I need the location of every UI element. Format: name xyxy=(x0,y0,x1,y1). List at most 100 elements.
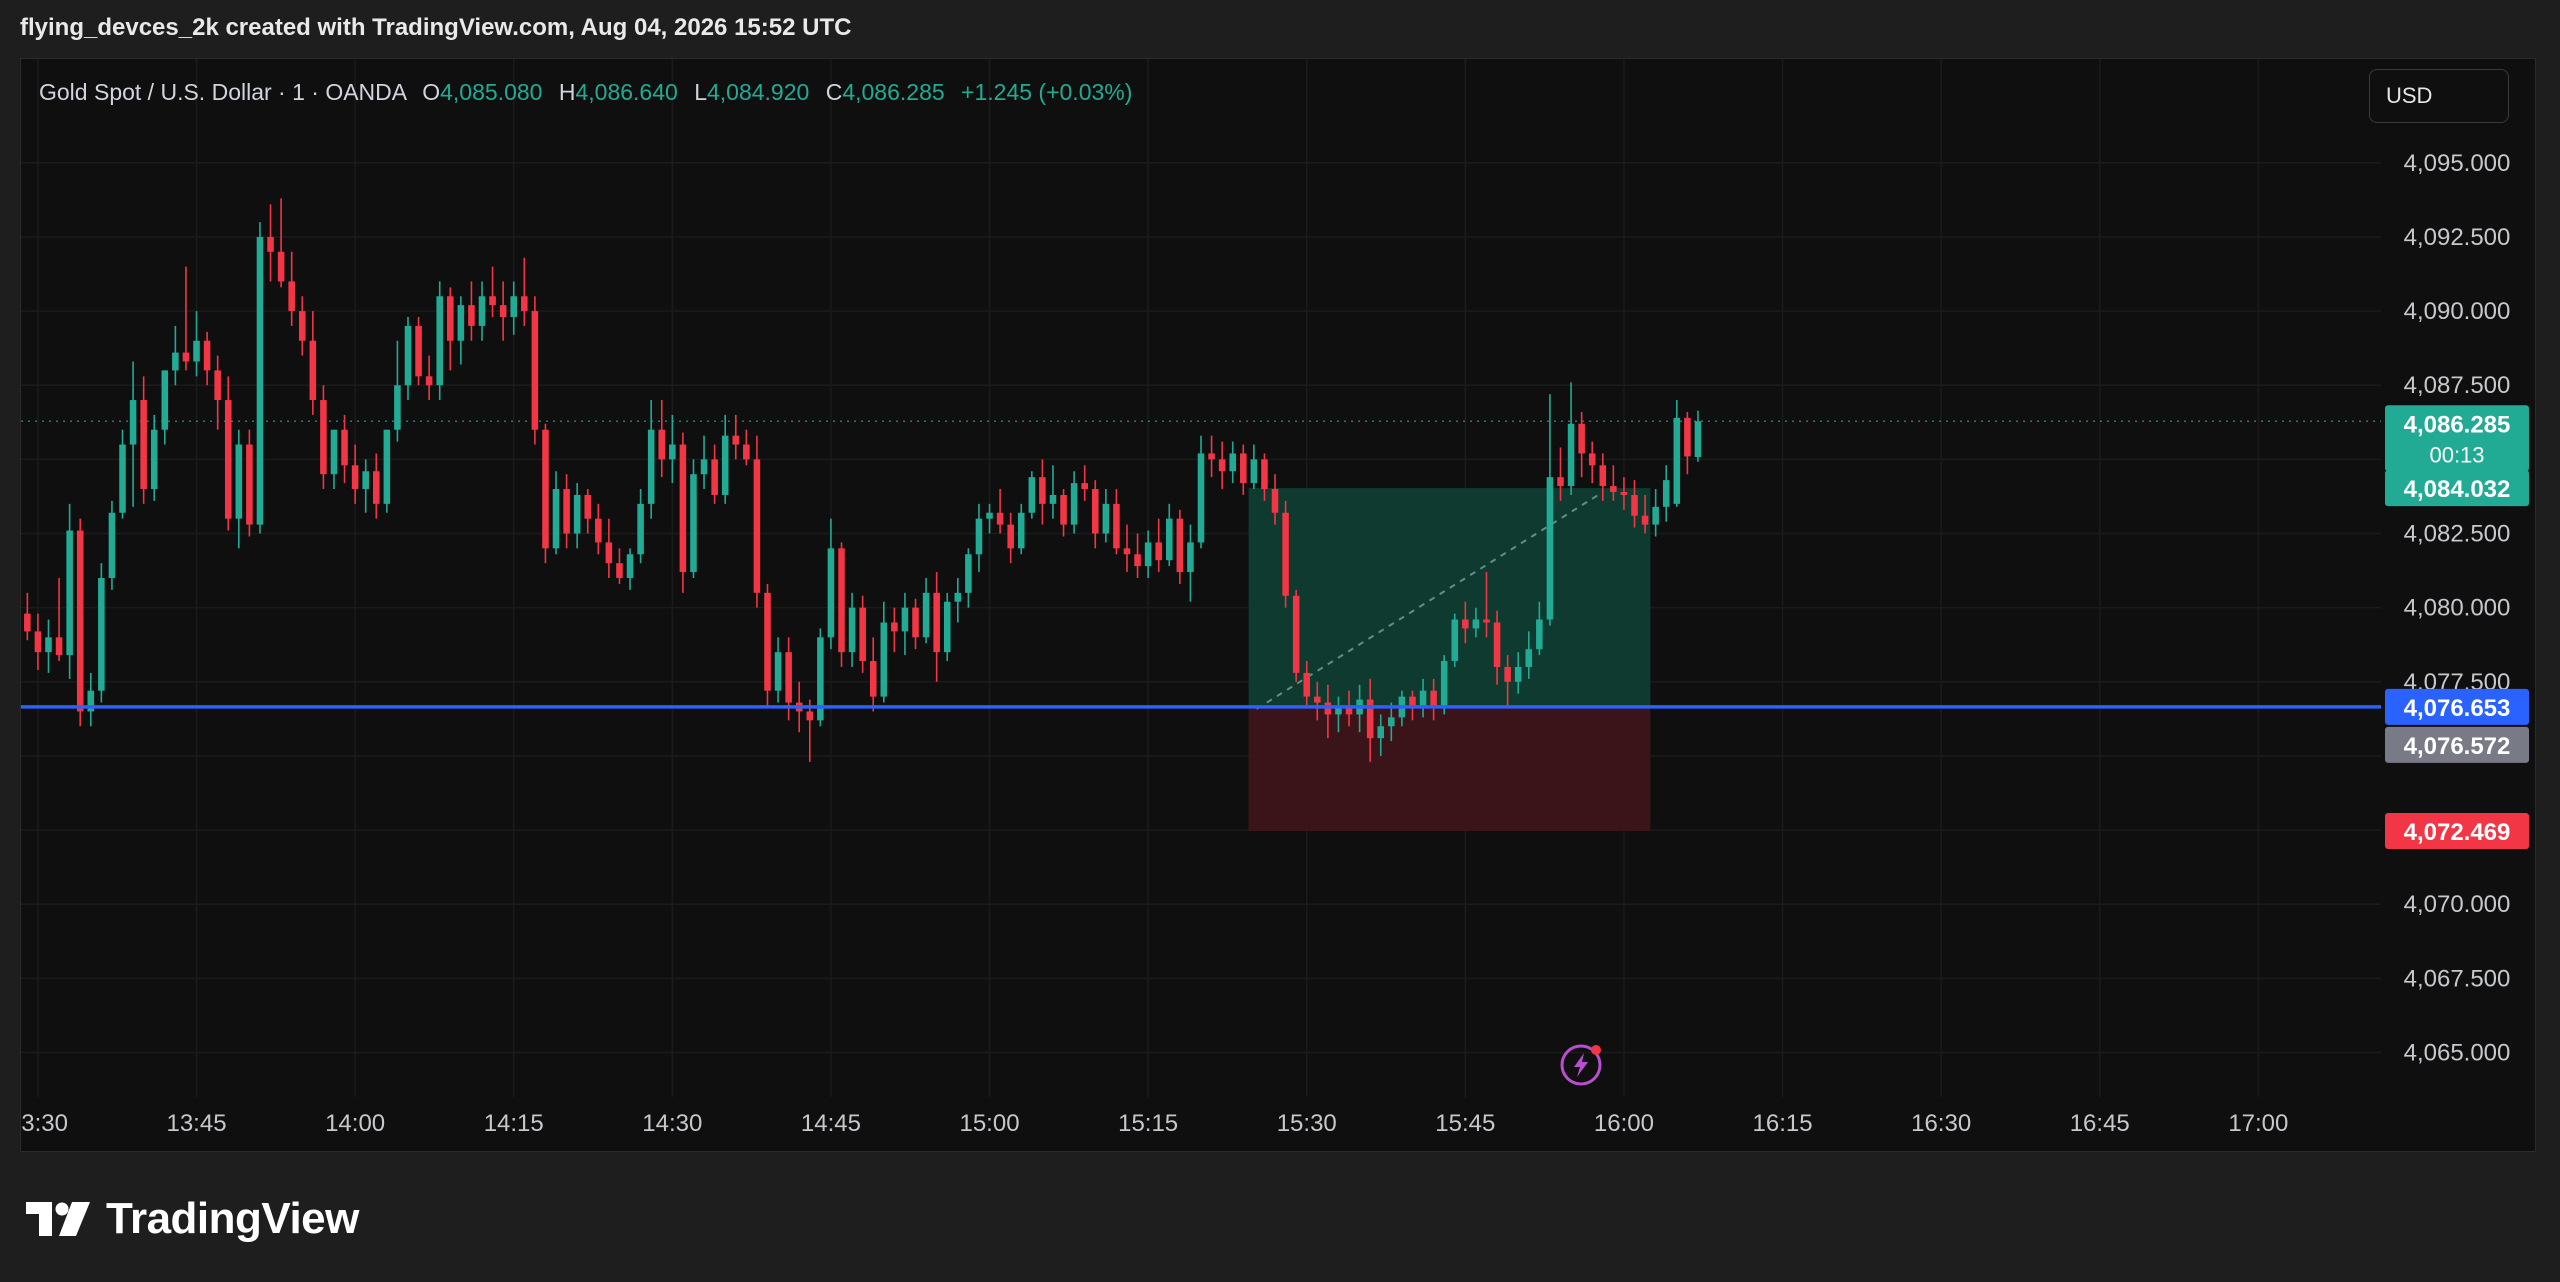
high-value: 4,086.640 xyxy=(575,79,678,105)
candle-body xyxy=(1155,542,1162,561)
candle-body xyxy=(1017,512,1025,549)
candle-body xyxy=(1292,595,1300,673)
time-axis-tick: 16:30 xyxy=(1911,1110,1971,1137)
candle-body xyxy=(1070,483,1078,525)
candlestick-chart[interactable]: 4,065.0004,067.5004,070.0004,077.5004,08… xyxy=(21,59,2536,1152)
target-price-badge: 4,084.032 xyxy=(2385,470,2529,507)
time-axis-tick: 13:45 xyxy=(166,1110,226,1137)
candle-body xyxy=(224,400,232,519)
candle-body xyxy=(1599,465,1607,487)
candle-body xyxy=(98,578,105,691)
candle-body xyxy=(1684,417,1691,457)
candle-body xyxy=(1123,548,1131,555)
candle-body xyxy=(1536,619,1543,650)
candle-body xyxy=(45,637,52,653)
candle-body xyxy=(1451,619,1459,662)
candle-body xyxy=(595,518,602,543)
price-axis-tick: 4,070.000 xyxy=(2404,891,2511,918)
candle-body xyxy=(1335,708,1342,715)
time-axis-tick: 15:00 xyxy=(959,1110,1019,1137)
candle-body xyxy=(785,652,792,703)
candle-body xyxy=(975,518,983,555)
tradingview-brand[interactable]: TradingView xyxy=(26,1194,359,1244)
candle-body xyxy=(1472,619,1480,629)
time-axis-tick: 14:45 xyxy=(801,1110,861,1137)
time-axis-tick: 16:00 xyxy=(1594,1110,1654,1137)
price-axis-tick: 4,090.000 xyxy=(2404,298,2511,325)
candle-body xyxy=(954,592,962,602)
candle-body xyxy=(1388,717,1395,727)
candle-body xyxy=(277,251,285,282)
change-value: +1.245 (+0.03%) xyxy=(961,79,1133,105)
time-axis-tick: 17:00 xyxy=(2228,1110,2288,1137)
candle-body xyxy=(552,489,560,549)
candle-body xyxy=(965,554,972,593)
candle-body xyxy=(1588,453,1596,466)
candle-body xyxy=(394,385,401,430)
candle-body xyxy=(880,622,888,697)
high-label: H xyxy=(558,79,576,105)
time-axis-tick: 15:30 xyxy=(1277,1110,1337,1137)
candle-body xyxy=(489,296,496,306)
candle-body xyxy=(267,236,274,252)
open-label: O xyxy=(422,79,441,105)
candle-body xyxy=(457,305,465,341)
candle-body xyxy=(150,429,158,490)
candle-body xyxy=(647,429,655,504)
close-label: C xyxy=(825,79,843,105)
chart-frame[interactable]: 4,065.000 4,067.500 4,070.000 4,077.500 4,08… xyxy=(20,58,2536,1152)
secondary-price-badge: 4,076.572 xyxy=(2385,726,2529,763)
candle-body xyxy=(499,305,507,318)
candle-body xyxy=(425,376,433,386)
candle-body xyxy=(1673,417,1681,504)
candle-body xyxy=(996,512,1004,525)
candle-body xyxy=(1081,483,1088,490)
candle-body xyxy=(1345,708,1353,715)
candle-body xyxy=(679,444,687,573)
candle-body xyxy=(214,370,221,401)
price-axis-tick: 4,080.000 xyxy=(2404,595,2511,622)
candle-body xyxy=(721,435,729,495)
candle-body xyxy=(573,494,581,534)
candle-body xyxy=(1620,491,1628,495)
candle-body xyxy=(1113,503,1120,549)
candle-body xyxy=(912,607,919,638)
candle-body xyxy=(447,296,454,341)
time-axis-tick: 13:30 xyxy=(21,1110,68,1137)
candle-body xyxy=(542,429,549,549)
candle-body xyxy=(922,592,930,638)
price-axis-tick: 4,092.500 xyxy=(2404,224,2511,251)
time-axis-tick: 16:15 xyxy=(1753,1110,1813,1137)
candle-body xyxy=(584,494,592,519)
candle-body xyxy=(1039,477,1046,504)
candle-body xyxy=(309,340,317,401)
candle-body xyxy=(66,530,73,656)
candle-body xyxy=(34,631,42,653)
chart-attribution: flying_devces_2k created with TradingVie… xyxy=(20,14,852,41)
candle-body xyxy=(1314,696,1321,703)
candle-body xyxy=(478,296,486,326)
candle-body xyxy=(383,429,391,504)
candle-body xyxy=(869,661,877,697)
candle-body xyxy=(140,400,147,490)
time-axis-tick: 14:15 xyxy=(484,1110,544,1137)
candle-body xyxy=(1208,453,1215,460)
candle-body xyxy=(753,459,761,593)
candle-body xyxy=(182,352,190,362)
last-price-badge-text: 00:13 xyxy=(2429,442,2484,467)
price-axis-tick: 4,067.500 xyxy=(2404,965,2511,992)
symbol-title[interactable]: Gold Spot / U.S. Dollar · 1 · OANDA xyxy=(39,79,406,105)
currency-button[interactable]: USD xyxy=(2369,69,2509,123)
candle-body xyxy=(1440,661,1448,709)
open-value: 4,085.080 xyxy=(440,79,543,105)
candle-body xyxy=(1578,423,1585,454)
candle-body xyxy=(1303,672,1311,697)
candle-body xyxy=(1641,515,1649,525)
stop-price-badge-text: 4,072.469 xyxy=(2404,819,2511,846)
candle-body xyxy=(1662,480,1670,507)
candle-body xyxy=(1166,518,1173,561)
candle-body xyxy=(891,622,898,632)
candle-body xyxy=(616,563,623,578)
candle-body xyxy=(1028,477,1036,513)
candle-body xyxy=(235,444,243,519)
